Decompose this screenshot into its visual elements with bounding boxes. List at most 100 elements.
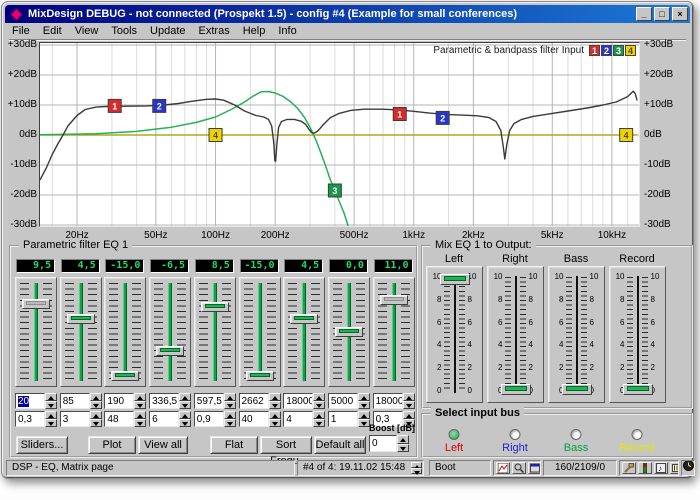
- freq-spinner-8[interactable]: 5000: [328, 393, 370, 409]
- freq-input-4[interactable]: 336,5: [149, 393, 179, 409]
- freq-spin-buttons[interactable]: [134, 393, 146, 409]
- freq-spinner-1[interactable]: 20: [15, 393, 57, 409]
- boost-spin-buttons[interactable]: [397, 435, 409, 452]
- spin-down-icon[interactable]: [397, 444, 409, 453]
- filter-marker-1[interactable]: 1: [108, 99, 121, 112]
- q-spinner-3[interactable]: 48: [104, 411, 146, 427]
- fader-thumb-8[interactable]: [335, 327, 363, 337]
- spin-down-icon[interactable]: [269, 401, 281, 409]
- spin-up-icon[interactable]: [313, 393, 325, 401]
- output-fader-thumb-record[interactable]: [623, 384, 653, 395]
- freq-input-3[interactable]: 190: [104, 393, 134, 409]
- spin-up-icon[interactable]: [90, 411, 102, 419]
- freq-input-8[interactable]: 5000: [328, 393, 358, 409]
- output-fader-right[interactable]: 10 108 86 64 42 20 0: [487, 266, 544, 403]
- q-input-8[interactable]: 1: [328, 411, 358, 427]
- freq-input-6[interactable]: 2662: [239, 393, 269, 409]
- spin-down-icon[interactable]: [45, 401, 57, 409]
- spin-up-icon[interactable]: [224, 393, 236, 401]
- spin-up-icon[interactable]: [403, 393, 415, 401]
- view-all-button[interactable]: View all: [138, 436, 188, 454]
- spin-up-icon[interactable]: [313, 411, 325, 419]
- output-fader-bass[interactable]: 10 108 86 64 42 20 0: [548, 266, 605, 403]
- gain-fader-8[interactable]: [328, 277, 370, 387]
- freq-spinner-2[interactable]: 85: [60, 393, 102, 409]
- fader-thumb-1[interactable]: [22, 299, 50, 309]
- spin-up-icon[interactable]: [45, 393, 57, 401]
- spin-up-icon[interactable]: [224, 411, 236, 419]
- q-spinner-7[interactable]: 4: [283, 411, 325, 427]
- output-fader-thumb-left[interactable]: [440, 274, 470, 285]
- q-spinner-6[interactable]: 40: [239, 411, 281, 427]
- filter-marker-2[interactable]: 2: [436, 111, 449, 124]
- bus-radio-right[interactable]: [510, 429, 521, 440]
- freq-spinner-5[interactable]: 597,5: [194, 393, 236, 409]
- q-spinner-4[interactable]: 6: [149, 411, 191, 427]
- output-fader-thumb-bass[interactable]: [562, 384, 592, 395]
- gain-fader-6[interactable]: [239, 277, 281, 387]
- freq-spin-buttons[interactable]: [403, 393, 415, 409]
- clock-icon[interactable]: [683, 460, 694, 476]
- spin-up-icon[interactable]: [179, 411, 191, 419]
- filter-marker-4[interactable]: 4: [620, 129, 633, 142]
- filter-marker-1[interactable]: 1: [393, 108, 406, 121]
- gain-fader-7[interactable]: [283, 277, 325, 387]
- bus-label-right[interactable]: Right: [502, 442, 528, 454]
- bus-radio-left[interactable]: [449, 429, 460, 440]
- fader-thumb-3[interactable]: [111, 371, 139, 381]
- freq-spinner-4[interactable]: 336,5: [149, 393, 191, 409]
- freq-spin-buttons[interactable]: [358, 393, 370, 409]
- q-spin-buttons[interactable]: [313, 411, 325, 427]
- output-fader-record[interactable]: 10 108 86 64 42 20 0: [609, 266, 666, 403]
- freq-spinner-6[interactable]: 2662: [239, 393, 281, 409]
- bus-label-left[interactable]: Left: [445, 442, 463, 454]
- bus-radio-bass[interactable]: [571, 429, 582, 440]
- q-input-5[interactable]: 0,9: [194, 411, 224, 427]
- menu-extras[interactable]: Extras: [193, 25, 237, 37]
- spin-down-icon[interactable]: [411, 468, 422, 474]
- filter-marker-3[interactable]: 3: [328, 184, 341, 197]
- q-spinner-1[interactable]: 0,3: [15, 411, 57, 427]
- bus-label-bass[interactable]: Bass: [564, 442, 588, 454]
- default-all-button[interactable]: Default all: [314, 436, 366, 454]
- preset-spin-buttons[interactable]: [411, 462, 422, 474]
- gain-fader-5[interactable]: [194, 277, 236, 387]
- bus-radio-record[interactable]: [632, 429, 643, 440]
- q-input-2[interactable]: 3: [60, 411, 90, 427]
- boost-spinner[interactable]: 0: [369, 435, 409, 452]
- spin-down-icon[interactable]: [90, 401, 102, 409]
- bus-label-record[interactable]: Record: [619, 442, 654, 454]
- freq-spinner-9[interactable]: 18000: [373, 393, 415, 409]
- notes-icon[interactable]: ♪: [654, 462, 668, 474]
- freq-spin-buttons[interactable]: [45, 393, 57, 409]
- spin-up-icon[interactable]: [358, 393, 370, 401]
- freq-input-1[interactable]: 20: [15, 393, 45, 409]
- spin-up-icon[interactable]: [397, 435, 409, 444]
- q-spin-buttons[interactable]: [134, 411, 146, 427]
- fader-thumb-6[interactable]: [246, 371, 274, 381]
- level-icon[interactable]: [638, 462, 652, 474]
- spin-up-icon[interactable]: [90, 393, 102, 401]
- freq-spin-buttons[interactable]: [224, 393, 236, 409]
- spin-down-icon[interactable]: [179, 419, 191, 427]
- gain-fader-3[interactable]: [104, 277, 146, 387]
- boost-value-input[interactable]: 0: [369, 435, 397, 452]
- fader-thumb-4[interactable]: [156, 346, 184, 356]
- magnifier-icon[interactable]: [512, 462, 526, 474]
- gain-fader-9[interactable]: [373, 277, 415, 387]
- spin-down-icon[interactable]: [45, 419, 57, 427]
- q-spin-buttons[interactable]: [179, 411, 191, 427]
- q-spin-buttons[interactable]: [224, 411, 236, 427]
- menu-tools[interactable]: Tools: [105, 25, 144, 37]
- q-input-7[interactable]: 4: [283, 411, 313, 427]
- freq-spinner-7[interactable]: 18000: [283, 393, 325, 409]
- sliders-button[interactable]: Sliders...: [16, 436, 68, 454]
- fader-thumb-2[interactable]: [67, 314, 95, 324]
- spin-down-icon[interactable]: [403, 401, 415, 409]
- mixer-icon[interactable]: [670, 462, 679, 474]
- spin-down-icon[interactable]: [313, 419, 325, 427]
- plot-button[interactable]: Plot: [88, 436, 136, 454]
- fader-thumb-5[interactable]: [201, 302, 229, 312]
- gain-fader-1[interactable]: [15, 277, 57, 387]
- spin-up-icon[interactable]: [134, 393, 146, 401]
